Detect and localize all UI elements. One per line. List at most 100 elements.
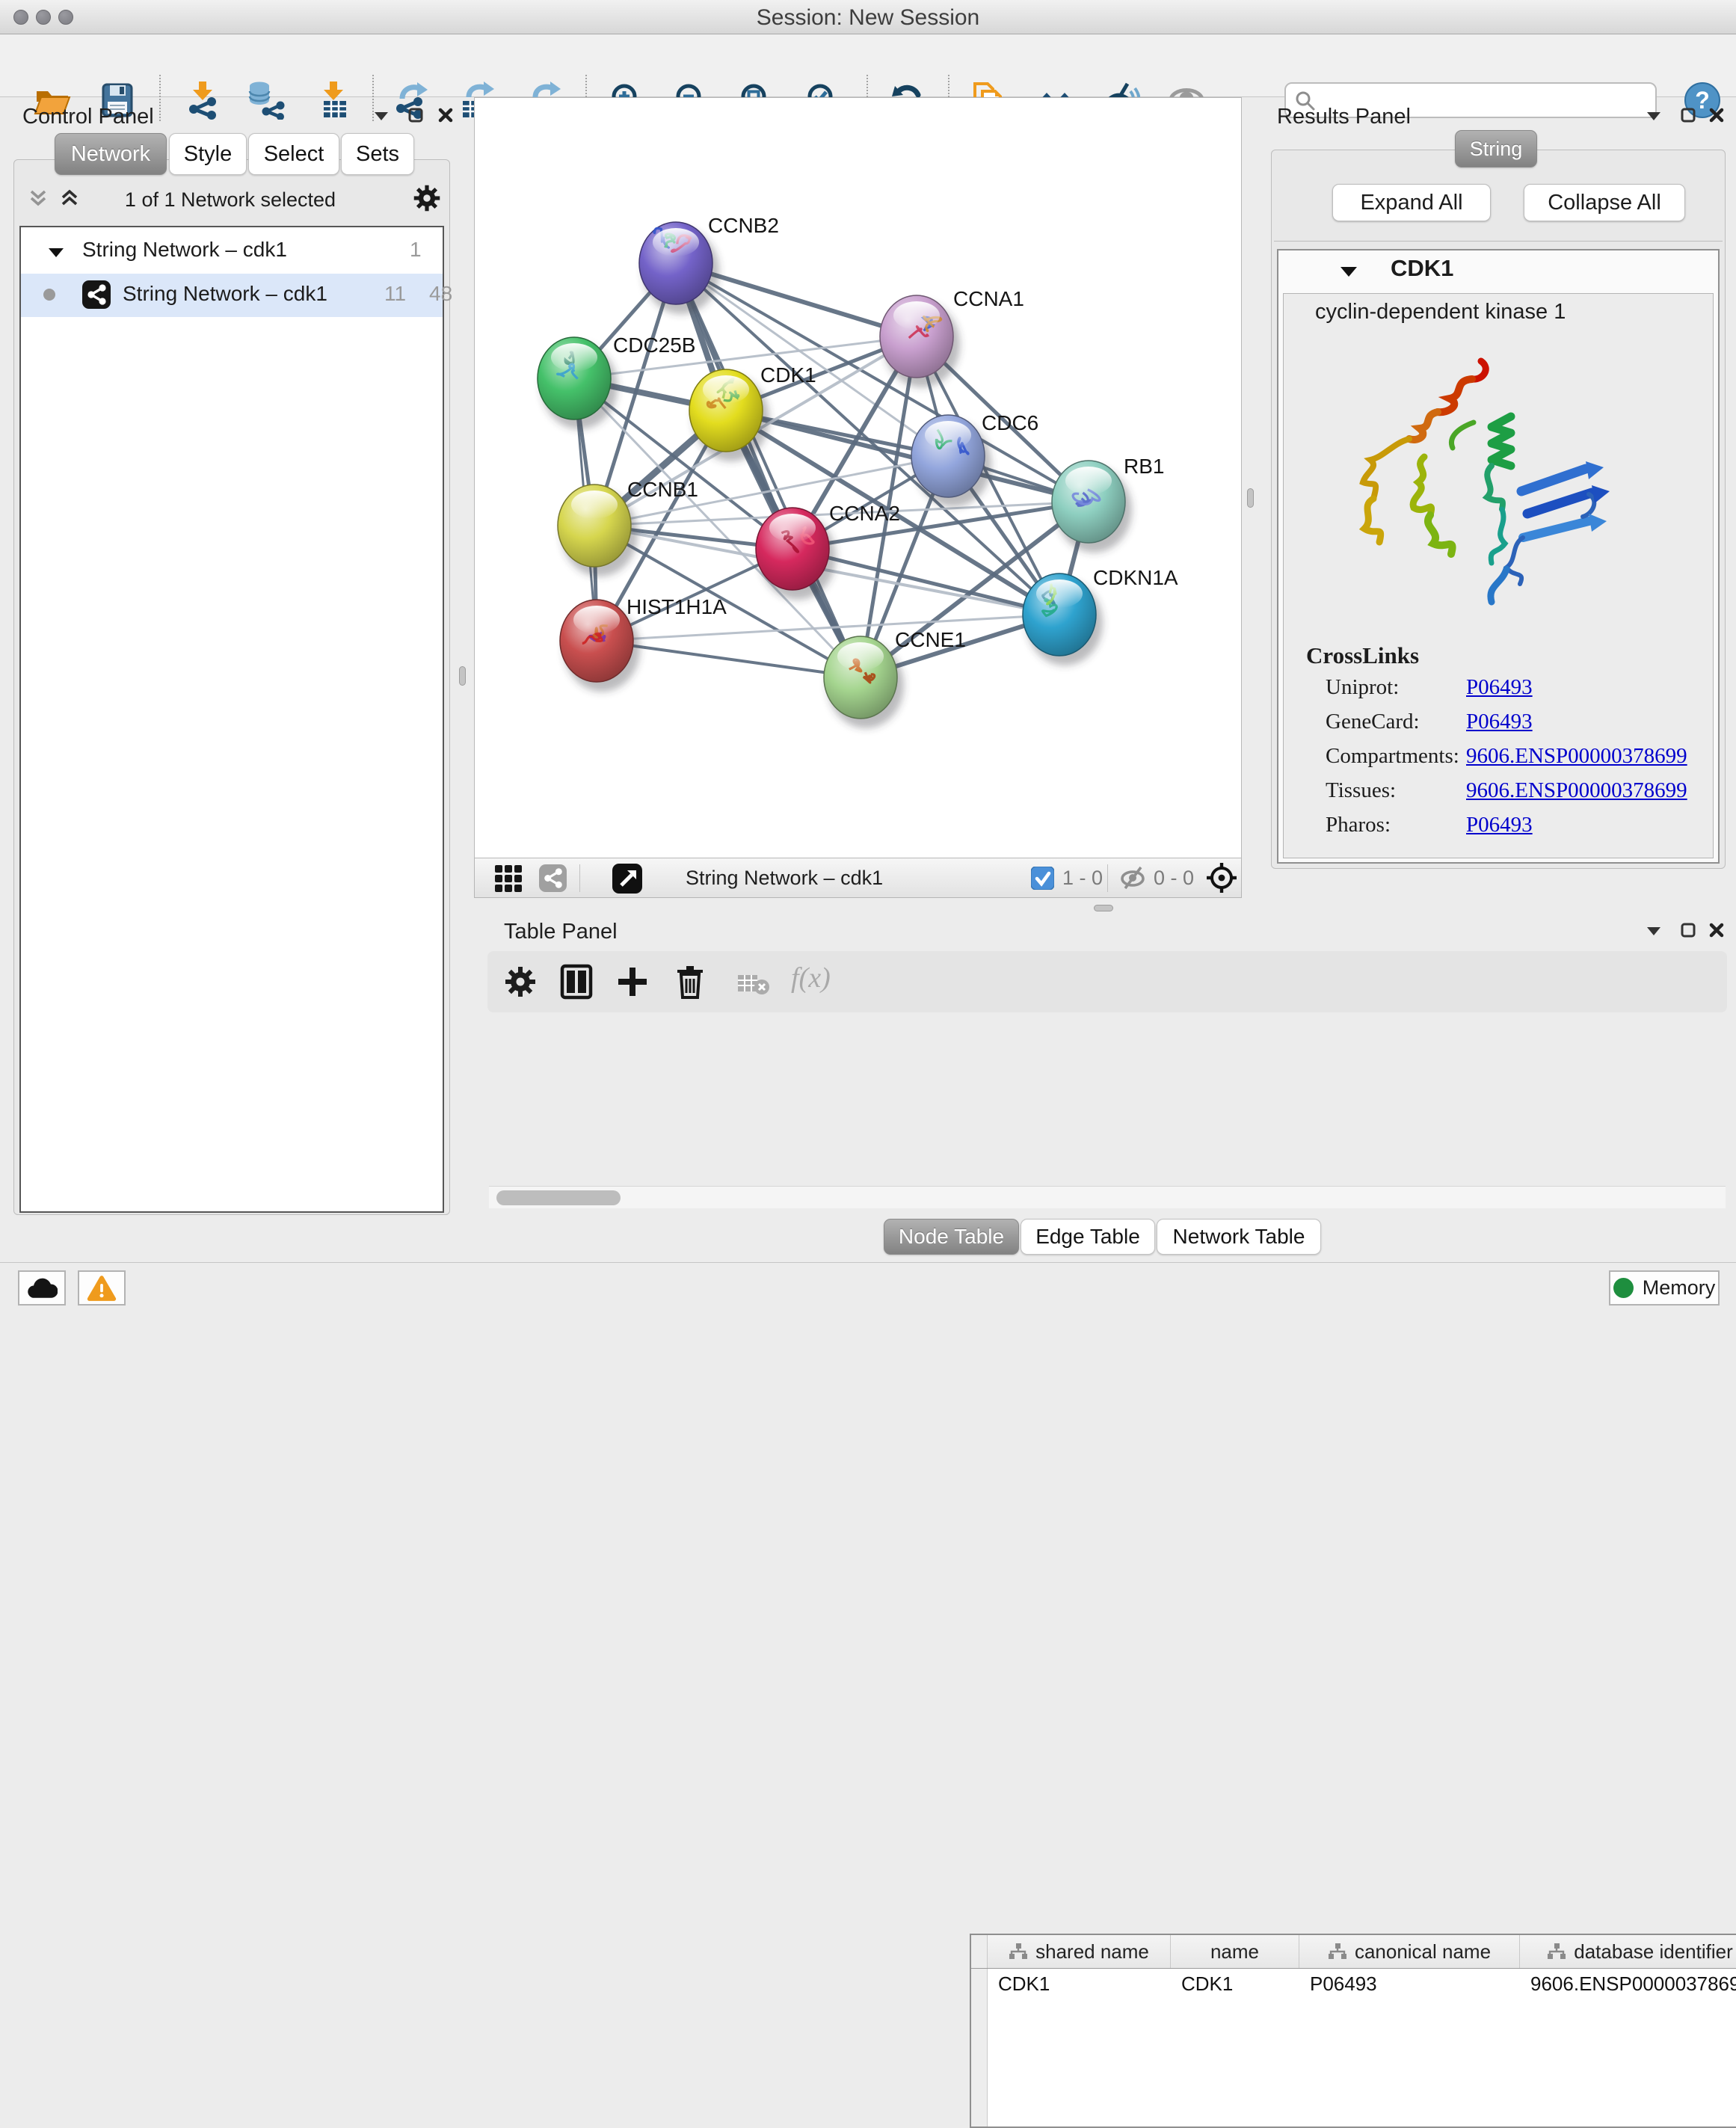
control-panel: Control Panel Network Style Select Sets …	[6, 97, 458, 1219]
gene-description: cyclin-dependent kinase 1	[1315, 300, 1566, 325]
vertical-splitter-handle[interactable]	[459, 666, 466, 686]
float-panel-icon[interactable]	[1681, 108, 1703, 130]
detach-view-icon[interactable]	[612, 864, 642, 894]
network-edge-count: 48	[429, 282, 452, 306]
table-cell[interactable]: P06493	[1299, 1968, 1520, 2001]
warnings-button[interactable]	[78, 1270, 126, 1306]
crosslink-link[interactable]: 9606.ENSP00000378699	[1466, 744, 1687, 778]
crosslink-link[interactable]: P06493	[1466, 710, 1533, 744]
close-panel-icon[interactable]	[1709, 108, 1732, 130]
tab-style[interactable]: Style	[169, 133, 247, 175]
collapse-all-button[interactable]: Collapse All	[1524, 184, 1685, 221]
network-row-selected[interactable]: String Network – cdk1 11 48	[21, 274, 443, 317]
network-canvas[interactable]: CCNB2 CCNA1 CDC25B CDK1 CDC6	[474, 97, 1242, 858]
graph-node-CDC25B[interactable]	[538, 337, 618, 429]
card-collapse-arrow-icon[interactable]	[1340, 265, 1358, 277]
graph-node-CCNB2[interactable]	[639, 222, 719, 314]
graph-node-CCNA1[interactable]	[880, 295, 960, 387]
node-label: RB1	[1124, 455, 1164, 478]
memory-button[interactable]: Memory	[1609, 1270, 1720, 1306]
column-header-label: shared name	[1035, 1940, 1149, 1964]
tab-node-table[interactable]: Node Table	[884, 1219, 1019, 1255]
network-node-count: 11	[384, 282, 406, 306]
close-panel-icon[interactable]	[438, 108, 461, 130]
column-header-label: canonical name	[1355, 1940, 1491, 1964]
network-type-share-icon[interactable]	[539, 864, 567, 892]
graph-node-RB1[interactable]	[1052, 461, 1132, 553]
float-panel-icon[interactable]	[408, 108, 431, 130]
cloud-status-button[interactable]	[18, 1270, 66, 1306]
table-settings-gear-icon[interactable]	[504, 965, 537, 998]
network-selection-status: 1 of 1 Network selected	[21, 188, 440, 212]
hidden-counts: 0 - 0	[1154, 867, 1194, 890]
tab-network-table[interactable]: Network Table	[1157, 1219, 1321, 1255]
crosslink-row: Pharos:P06493	[1326, 813, 1699, 847]
header-divider	[971, 1968, 1736, 1969]
string-network-icon	[82, 280, 111, 309]
delete-column-trash-icon[interactable]	[673, 964, 707, 1000]
crosslink-label: Uniprot:	[1326, 675, 1466, 710]
crosslink-label: GeneCard:	[1326, 710, 1466, 744]
float-panel-arrow-icon[interactable]	[1646, 111, 1669, 133]
graph-node-CDK1[interactable]	[689, 369, 769, 461]
vertical-splitter-handle[interactable]	[1247, 488, 1254, 508]
network-options-gear-icon[interactable]	[413, 184, 441, 212]
column-network-icon	[1009, 1943, 1028, 1961]
graph-node-CCNE1[interactable]	[824, 636, 904, 728]
crosslink-label: Tissues:	[1326, 778, 1466, 813]
float-panel-arrow-icon[interactable]	[1646, 926, 1669, 948]
table-cell[interactable]: CDK1	[1171, 1968, 1299, 2001]
network-tree: String Network – cdk1 1 String Network –…	[19, 226, 444, 1213]
tab-network[interactable]: Network	[55, 133, 167, 175]
tab-sets[interactable]: Sets	[341, 133, 414, 175]
node-label: CCNB1	[627, 478, 698, 501]
table-hscrollbar-track[interactable]	[489, 1186, 1726, 1208]
column-header-shared-name[interactable]: shared name	[988, 1935, 1171, 1968]
node-label: CDKN1A	[1093, 566, 1178, 589]
column-header-name[interactable]: name	[1171, 1935, 1299, 1968]
table-cell[interactable]: CDK1	[988, 1968, 1171, 2001]
add-column-icon[interactable]	[616, 965, 649, 998]
float-panel-arrow-icon[interactable]	[374, 111, 396, 133]
crosslink-link[interactable]: 9606.ENSP00000378699	[1466, 778, 1687, 813]
graph-node-CDC6[interactable]	[911, 415, 991, 507]
node-label: CDC25B	[613, 333, 695, 357]
toolbar-separator	[1107, 864, 1108, 892]
grid-view-icon[interactable]	[494, 864, 523, 893]
table-hscrollbar-thumb[interactable]	[496, 1190, 621, 1205]
column-header-database-identifier[interactable]: database identifier	[1520, 1935, 1736, 1968]
results-panel-title: Results Panel	[1277, 105, 1411, 129]
crosslink-link[interactable]: P06493	[1466, 675, 1533, 710]
cdk1-result-card: CDK1 cyclin-dependent kinase 1	[1277, 249, 1720, 864]
column-header-canonical-name[interactable]: canonical name	[1299, 1935, 1520, 1968]
selected-checkbox-icon[interactable]	[1031, 867, 1054, 890]
card-gene-name: CDK1	[1391, 255, 1453, 282]
crosslink-label: Pharos:	[1326, 813, 1466, 847]
hidden-eye-icon[interactable]	[1119, 866, 1147, 890]
graph-node-CDKN1A[interactable]	[1023, 573, 1103, 665]
control-panel-title: Control Panel	[22, 105, 154, 129]
function-builder-icon[interactable]: f(x)	[791, 962, 831, 994]
birdseye-navigator-icon[interactable]	[1206, 862, 1237, 894]
status-bar: Memory	[0, 1262, 1736, 1311]
show-columns-icon[interactable]	[559, 964, 594, 1000]
tab-select[interactable]: Select	[248, 133, 339, 175]
results-panel: Results Panel String Expand All Collapse…	[1261, 97, 1736, 890]
tab-edge-table[interactable]: Edge Table	[1021, 1219, 1155, 1255]
delete-table-icon[interactable]	[737, 972, 770, 996]
divider	[1274, 241, 1723, 242]
node-table: shared name CDK1nameCDK1 canonical name P06…	[970, 1934, 1736, 2128]
tab-string[interactable]: String	[1455, 130, 1537, 167]
table-cell[interactable]: 9606.ENSP00000378699	[1520, 1968, 1736, 2001]
crosslink-link[interactable]: P06493	[1466, 813, 1533, 847]
cloud-icon	[26, 1277, 58, 1300]
network-collection-row[interactable]: String Network – cdk1 1	[21, 236, 443, 272]
expand-all-button[interactable]: Expand All	[1332, 184, 1491, 221]
float-panel-icon[interactable]	[1681, 923, 1703, 945]
horizontal-splitter-handle[interactable]	[1094, 905, 1113, 911]
collection-count: 1	[410, 238, 422, 262]
main-toolbar: ?	[0, 34, 1736, 97]
collection-expand-arrow-icon[interactable]	[48, 247, 64, 258]
close-panel-icon[interactable]	[1709, 923, 1732, 945]
graph-node-CCNA2[interactable]	[756, 508, 836, 600]
